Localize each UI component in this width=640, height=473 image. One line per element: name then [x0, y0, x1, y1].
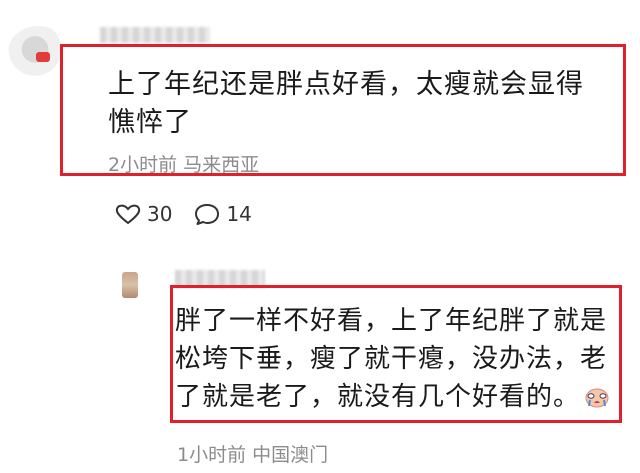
avatar[interactable] — [8, 26, 68, 78]
like-button[interactable]: 30 — [115, 202, 172, 226]
reply-meta: 1小时前 中国澳门 — [177, 444, 329, 466]
comment-meta: 2小时前 马来西亚 — [108, 154, 260, 176]
reply-button[interactable]: 14 — [194, 202, 252, 226]
reply-count: 14 — [226, 202, 252, 226]
like-count: 30 — [147, 202, 173, 226]
comment-actions: 30 14 — [115, 200, 274, 228]
reply-text: 胖了一样不好看，上了年纪胖了就是松垮下垂，瘦了就干瘪，没办法，老了就是老了，就没… — [175, 306, 608, 412]
reply-avatar[interactable] — [122, 272, 138, 298]
heart-icon — [115, 204, 141, 225]
crying-face-emoji-icon — [585, 388, 609, 408]
reply-text-container: 胖了一样不好看，上了年纪胖了就是松垮下垂，瘦了就干瘪，没办法，老了就是老了，就没… — [175, 302, 615, 416]
username-blurred[interactable] — [100, 27, 210, 43]
comment-bubble-icon — [195, 204, 220, 225]
comment-text: 上了年纪还是胖点好看，太瘦就会显得憔悴了 — [108, 69, 584, 138]
